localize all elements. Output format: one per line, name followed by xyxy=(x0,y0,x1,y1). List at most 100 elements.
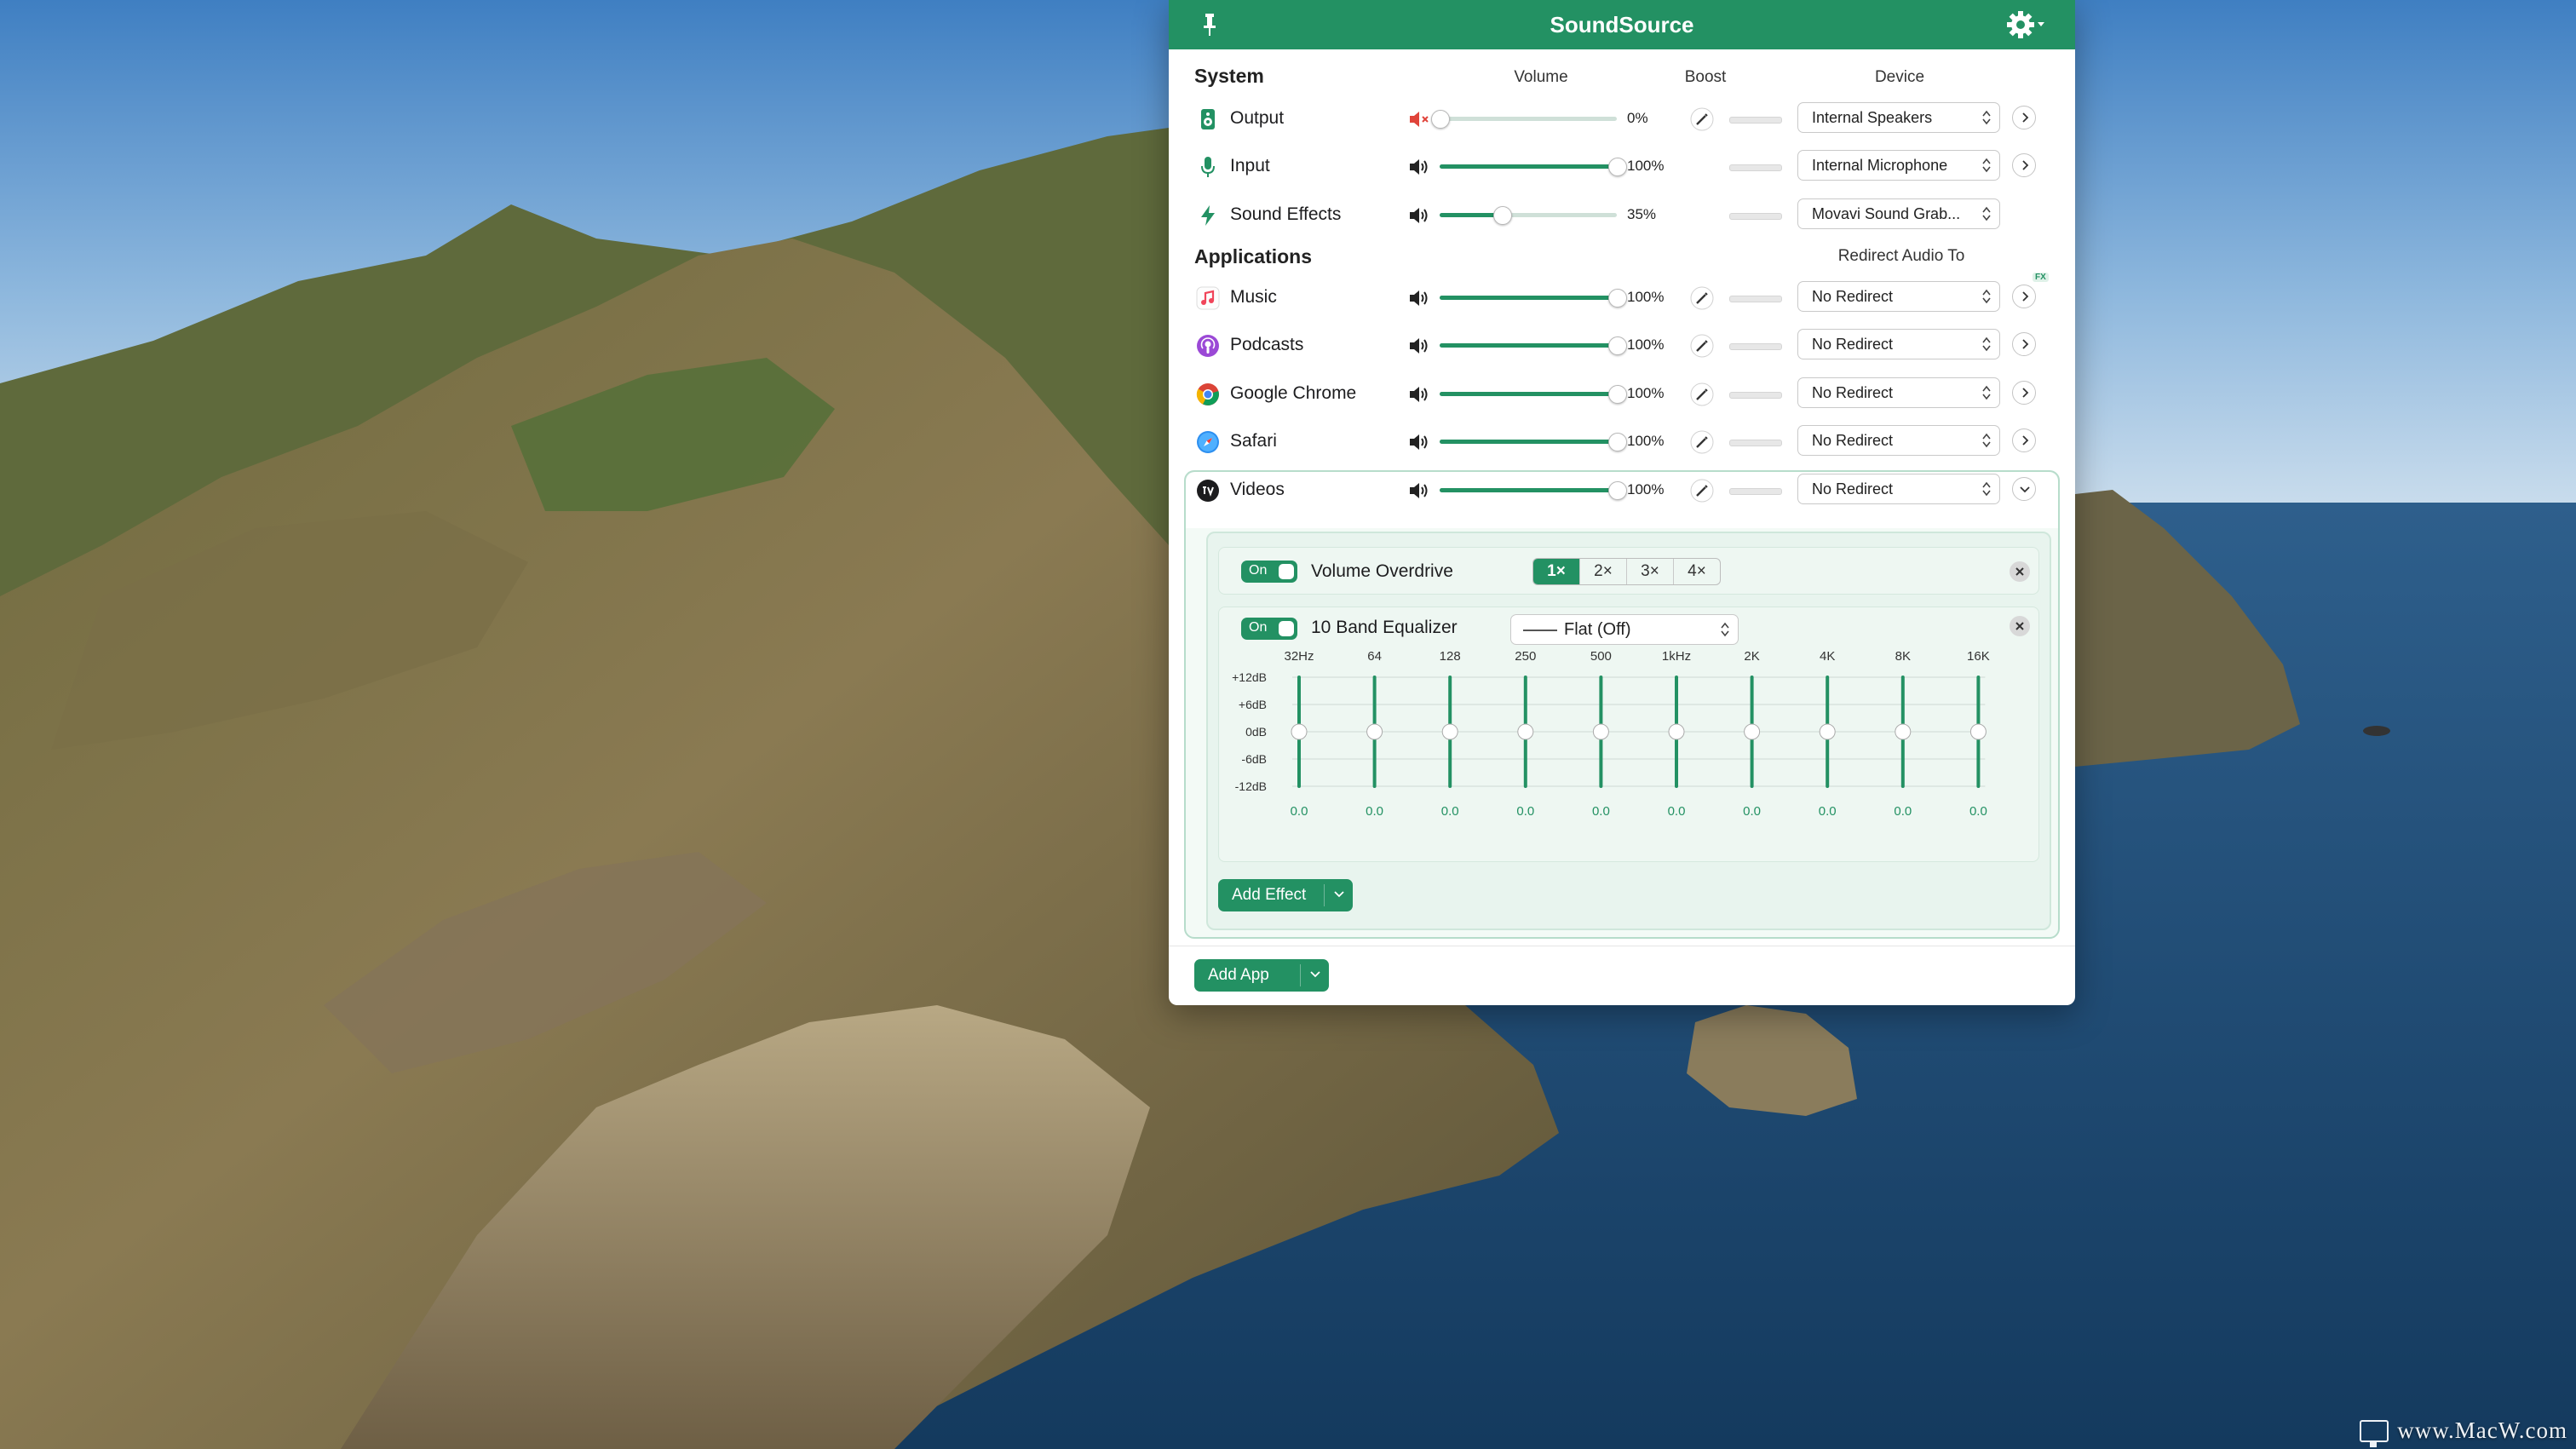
input-device-select[interactable]: Internal Microphone xyxy=(1797,150,2000,181)
input-volume-value: 100% xyxy=(1627,158,1665,174)
overdrive-multiplier-segmented[interactable]: 1× 2× 3× 4× xyxy=(1532,558,1721,585)
chevron-right-icon xyxy=(2022,435,2029,446)
eq-gain-value: 0.0 xyxy=(1441,804,1459,819)
input-effects-toggle-button[interactable] xyxy=(2012,153,2036,177)
music-label: Music xyxy=(1230,287,1277,307)
google-chrome-effects-toggle-button[interactable] xyxy=(2012,381,2036,405)
videos-label: Videos xyxy=(1230,480,1285,499)
speaker-volume-icon[interactable] xyxy=(1407,432,1431,452)
slider-knob[interactable] xyxy=(1608,336,1627,355)
gear-menu-icon[interactable] xyxy=(2005,7,2048,43)
videos-volume-slider[interactable] xyxy=(1440,481,1627,500)
eq-band-knob[interactable] xyxy=(1517,723,1534,740)
podcasts-volume-slider[interactable] xyxy=(1440,336,1627,355)
select-value: No Redirect xyxy=(1812,432,1894,449)
eq-band-knob[interactable] xyxy=(1668,723,1685,740)
music-effects-toggle-button[interactable] xyxy=(2012,285,2036,308)
volume-column-heading: Volume xyxy=(1514,68,1568,86)
magic-boost-icon[interactable] xyxy=(1690,382,1714,406)
add-app-button[interactable]: Add App xyxy=(1194,959,1329,992)
podcasts-effects-toggle-button[interactable] xyxy=(2012,332,2036,356)
eq-preset-select[interactable]: Flat (Off) xyxy=(1510,614,1739,645)
eq-band-knob[interactable] xyxy=(1366,723,1383,740)
eq-preset-value: Flat (Off) xyxy=(1564,620,1631,639)
sound-effects-device-select[interactable]: Movavi Sound Grab... xyxy=(1797,198,2000,229)
updown-arrows-icon xyxy=(1982,433,1991,448)
speaker-volume-icon[interactable] xyxy=(1407,157,1431,177)
equalizer-toggle[interactable]: On xyxy=(1241,618,1297,640)
slider-knob[interactable] xyxy=(1608,289,1627,308)
remove-equalizer-button[interactable] xyxy=(2010,616,2030,636)
music-redirect-select[interactable]: No Redirect xyxy=(1797,281,2000,312)
slider-knob[interactable] xyxy=(1431,110,1450,129)
row-podcasts: Podcasts 100% No Redirect xyxy=(1169,322,2075,370)
sound-effects-label: Sound Effects xyxy=(1230,204,1342,224)
add-effect-button[interactable]: Add Effect xyxy=(1218,879,1353,911)
output-volume-slider[interactable] xyxy=(1431,110,1617,129)
input-volume-slider[interactable] xyxy=(1440,158,1627,176)
google-chrome-redirect-select[interactable]: No Redirect xyxy=(1797,377,2000,408)
speaker-volume-icon[interactable] xyxy=(1407,384,1431,405)
videos-redirect-select[interactable]: No Redirect xyxy=(1797,474,2000,504)
overdrive-option-2x[interactable]: 2× xyxy=(1580,559,1627,584)
magic-boost-icon[interactable] xyxy=(1690,107,1714,131)
slider-knob[interactable] xyxy=(1608,481,1627,500)
boost-column-heading: Boost xyxy=(1684,68,1727,86)
eq-band-knob[interactable] xyxy=(1969,723,1987,740)
eq-band-knob[interactable] xyxy=(1592,723,1609,740)
speaker-volume-icon[interactable] xyxy=(1407,480,1431,501)
row-input: Input 100% Internal Microphone xyxy=(1169,143,2075,191)
speaker-volume-icon[interactable] xyxy=(1407,288,1431,308)
slider-knob[interactable] xyxy=(1492,206,1512,225)
slider-knob[interactable] xyxy=(1608,158,1627,176)
podcasts-redirect-select[interactable]: No Redirect xyxy=(1797,329,2000,359)
equalizer-card: On 10 Band Equalizer Flat (Off) +12dB +6d… xyxy=(1218,607,2039,862)
overdrive-option-4x[interactable]: 4× xyxy=(1674,559,1720,584)
safari-redirect-select[interactable]: No Redirect xyxy=(1797,425,2000,456)
eq-band-knob[interactable] xyxy=(1441,723,1458,740)
magic-boost-icon[interactable] xyxy=(1690,479,1714,503)
select-value: No Redirect xyxy=(1812,480,1894,497)
eq-band-knob[interactable] xyxy=(1819,723,1836,740)
overdrive-option-3x[interactable]: 3× xyxy=(1627,559,1674,584)
output-device-select[interactable]: Internal Speakers xyxy=(1797,102,2000,133)
updown-arrows-icon xyxy=(1982,289,1991,304)
eq-band-label: 2K xyxy=(1744,650,1759,664)
safari-effects-toggle-button[interactable] xyxy=(2012,428,2036,452)
updown-arrows-icon xyxy=(1982,110,1991,125)
eq-band-label: 8K xyxy=(1895,650,1911,664)
eq-band-label: 500 xyxy=(1590,650,1612,664)
speaker-volume-icon[interactable] xyxy=(1407,109,1431,129)
eq-band-label: 32Hz xyxy=(1284,650,1314,664)
overdrive-name: Volume Overdrive xyxy=(1311,561,1453,581)
podcasts-volume-value: 100% xyxy=(1627,336,1665,353)
updown-arrows-icon xyxy=(1982,158,1991,173)
safari-volume-slider[interactable] xyxy=(1440,433,1627,451)
monitor-icon xyxy=(2360,1419,2389,1447)
slider-knob[interactable] xyxy=(1608,433,1627,451)
eq-band-knob[interactable] xyxy=(1744,723,1761,740)
output-effects-toggle-button[interactable] xyxy=(2012,106,2036,129)
eq-band-knob[interactable] xyxy=(1895,723,1912,740)
input-label: Input xyxy=(1230,156,1270,175)
sound-effects-volume-value: 35% xyxy=(1627,206,1657,222)
magic-boost-icon[interactable] xyxy=(1690,334,1714,358)
speaker-volume-icon[interactable] xyxy=(1407,336,1431,356)
row-videos: Videos 100% No Redirect xyxy=(1169,467,2075,515)
overdrive-toggle[interactable]: On xyxy=(1241,561,1297,583)
speaker-volume-icon[interactable] xyxy=(1407,205,1431,226)
chevron-down-icon xyxy=(1310,971,1320,978)
sound-effects-volume-slider[interactable] xyxy=(1440,206,1617,225)
overdrive-option-1x[interactable]: 1× xyxy=(1533,559,1580,584)
google-chrome-volume-slider[interactable] xyxy=(1440,385,1627,404)
magic-boost-icon[interactable] xyxy=(1690,286,1714,310)
slider-fill xyxy=(1440,296,1617,300)
remove-overdrive-button[interactable] xyxy=(2010,561,2030,582)
magic-boost-icon[interactable] xyxy=(1690,430,1714,454)
music-volume-slider[interactable] xyxy=(1440,289,1627,308)
eq-band-knob[interactable] xyxy=(1291,723,1308,740)
eq-gain-value: 0.0 xyxy=(1516,804,1534,819)
eq-band-label: 128 xyxy=(1440,650,1461,664)
slider-knob[interactable] xyxy=(1608,385,1627,404)
videos-effects-toggle-button[interactable] xyxy=(2012,477,2036,501)
